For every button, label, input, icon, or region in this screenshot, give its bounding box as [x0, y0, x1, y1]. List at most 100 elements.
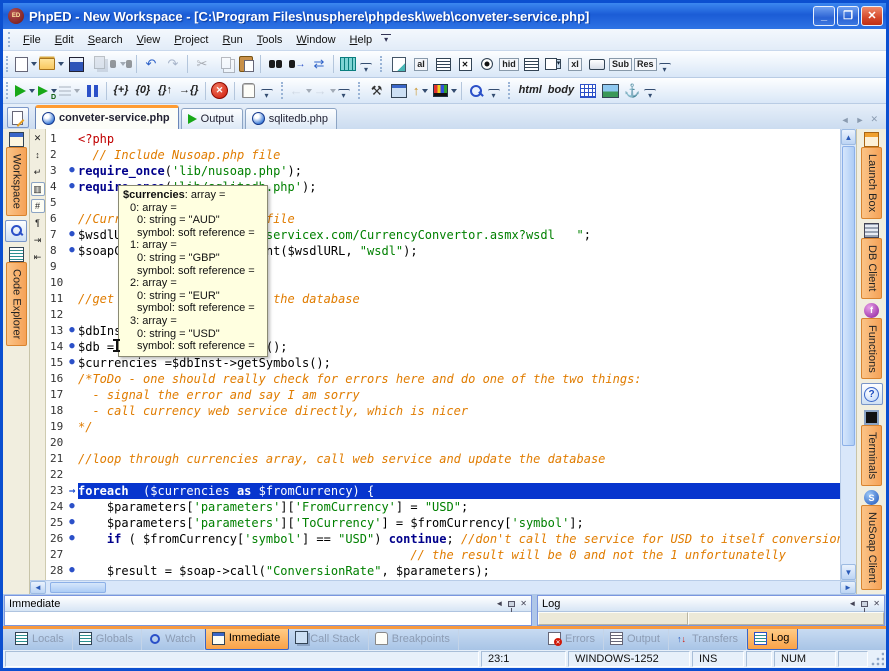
word-wrap-icon[interactable]: ↵: [31, 165, 45, 179]
dropdown-arrow-icon[interactable]: [330, 89, 336, 93]
find-next-button[interactable]: [287, 54, 307, 74]
code-text[interactable]: $result = $soap->call("ConversionRate", …: [78, 563, 840, 579]
insert-reset-button[interactable]: Res: [634, 54, 657, 74]
current-statement-icon[interactable]: →: [66, 483, 78, 499]
insert-listbox-button[interactable]: [433, 54, 453, 74]
title-bar[interactable]: ED PhpED - New Workspace - [C:\Program F…: [3, 3, 886, 29]
code-text[interactable]: require_once('lib/nusoap.php');: [78, 163, 840, 179]
log-column-header[interactable]: [538, 612, 688, 625]
dropdown-arrow-icon[interactable]: [31, 62, 37, 66]
close-editor-icon[interactable]: ✕: [31, 131, 45, 145]
tools-button[interactable]: ⚒: [367, 81, 387, 101]
dropdown-arrow-icon[interactable]: [451, 89, 457, 93]
replace-button[interactable]: ⇄: [309, 54, 329, 74]
tab-log[interactable]: Log: [747, 629, 798, 650]
dropdown-arrow-icon[interactable]: [74, 89, 80, 93]
step-into-button[interactable]: {+}: [111, 81, 131, 101]
split-editor-icon[interactable]: ↕: [31, 148, 45, 162]
menu-help[interactable]: Help: [343, 32, 380, 48]
stop-button[interactable]: [210, 81, 230, 101]
dropdown-arrow-icon[interactable]: [306, 89, 312, 93]
menu-file[interactable]: File: [16, 32, 48, 48]
redo-button[interactable]: ↷: [163, 54, 183, 74]
insert-image-button[interactable]: [600, 81, 620, 101]
insert-submit-button[interactable]: Sub: [609, 54, 632, 74]
step-out-button[interactable]: {}↑: [155, 81, 175, 101]
body-tag-button[interactable]: body: [546, 81, 576, 101]
menu-view[interactable]: View: [130, 32, 168, 48]
immediate-pin-panel-button[interactable]: [508, 601, 515, 607]
horizontal-scroll-track[interactable]: [107, 581, 840, 594]
menu-run[interactable]: Run: [216, 32, 250, 48]
statement-marker-icon[interactable]: ●: [66, 563, 78, 579]
save-all-button[interactable]: [88, 54, 108, 74]
break-hand-button[interactable]: [239, 81, 259, 101]
code-text[interactable]: // the result will be 0 and not the 1 un…: [78, 547, 840, 563]
tab-output-panel[interactable]: Output: [604, 629, 669, 650]
overflow-chevron-icon[interactable]: ▾: [360, 63, 372, 75]
maximize-button[interactable]: ❐: [837, 6, 859, 26]
statement-marker-icon[interactable]: ●: [66, 179, 78, 195]
tab-transfers[interactable]: Transfers: [669, 629, 747, 650]
code-text[interactable]: // Include Nusoap.php file: [78, 147, 840, 163]
tab-call-stack[interactable]: Call Stack: [289, 629, 369, 650]
search-icon-button[interactable]: [5, 220, 27, 242]
immediate-panel-title-bar[interactable]: Immediate ◄✕: [5, 596, 531, 612]
insert-label-button[interactable]: aI: [411, 54, 431, 74]
save-button[interactable]: [66, 54, 86, 74]
statement-marker-icon[interactable]: ●: [66, 243, 78, 259]
insert-hidden-button[interactable]: hid: [499, 54, 519, 74]
insert-form-button[interactable]: [389, 54, 409, 74]
paste-button[interactable]: [236, 54, 256, 74]
dock-tab-workspace[interactable]: Workspace: [6, 132, 27, 216]
vertical-scroll-track[interactable]: [841, 447, 856, 564]
horizontal-scrollbar[interactable]: ◄ ►: [30, 580, 856, 594]
help-icon-button[interactable]: ?: [861, 383, 883, 405]
horizontal-scroll-thumb[interactable]: [50, 582, 106, 593]
tab-immediate[interactable]: Immediate: [205, 629, 289, 650]
menu-project[interactable]: Project: [167, 32, 215, 48]
code-text[interactable]: if ( $fromCurrency['symbol'] == "USD") c…: [78, 531, 840, 547]
overflow-chevron-icon[interactable]: ▾: [644, 89, 656, 101]
publish-button[interactable]: ↑: [411, 81, 431, 101]
log-panel-content[interactable]: [538, 612, 884, 625]
menu-search[interactable]: Search: [81, 32, 130, 48]
run-to-cursor-button[interactable]: →{}: [177, 81, 201, 101]
indent-icon[interactable]: ⇥: [31, 233, 45, 247]
vertical-scroll-thumb[interactable]: [842, 146, 855, 446]
overflow-chevron-icon[interactable]: ▾: [488, 89, 500, 101]
dock-tab-terminals[interactable]: Terminals: [861, 410, 882, 486]
statement-marker-icon[interactable]: ●: [66, 227, 78, 243]
menu-tools[interactable]: Tools: [250, 32, 290, 48]
log-collapse-panel-button[interactable]: ◄: [848, 599, 856, 608]
find-button[interactable]: [265, 54, 285, 74]
back-button[interactable]: ←: [290, 81, 312, 101]
colors-button[interactable]: [433, 81, 457, 101]
overflow-chevron-icon[interactable]: ▾: [261, 89, 273, 101]
tab-conveter-service[interactable]: conveter-service.php: [35, 105, 179, 129]
zoom-refresh-button[interactable]: [466, 81, 486, 101]
overflow-chevron-icon[interactable]: ▾: [338, 89, 350, 101]
pause-button[interactable]: [82, 81, 102, 101]
code-text[interactable]: $parameters['parameters']['ToCurrency'] …: [78, 515, 840, 531]
code-text[interactable]: $parameters['parameters']['FromCurrency'…: [78, 499, 840, 515]
open-file-button[interactable]: [39, 54, 64, 74]
code-text[interactable]: <?php: [78, 131, 840, 147]
minimize-button[interactable]: _: [813, 6, 835, 26]
new-file-button[interactable]: [15, 54, 37, 74]
scroll-left-icon[interactable]: ◄: [30, 581, 46, 594]
dock-tab-nusoap-client[interactable]: SNuSoap Client: [861, 490, 882, 590]
dropdown-arrow-icon[interactable]: [422, 89, 428, 93]
close-button[interactable]: ✕: [861, 6, 883, 26]
code-text[interactable]: $currencies =$dbInst->getSymbols();: [78, 355, 840, 371]
dropdown-arrow-icon[interactable]: [29, 89, 35, 93]
immediate-panel-content[interactable]: [5, 612, 531, 625]
immediate-collapse-panel-button[interactable]: ◄: [495, 599, 503, 608]
run-button[interactable]: [15, 81, 35, 101]
code-text[interactable]: [78, 467, 840, 483]
tab-scroll-left-button[interactable]: ◄: [841, 115, 850, 125]
tab-globals[interactable]: Globals: [73, 629, 142, 650]
tab-sqlitedb[interactable]: sqlitedb.php: [245, 108, 337, 129]
insert-select-button[interactable]: [521, 54, 541, 74]
insert-table-button[interactable]: [578, 81, 598, 101]
